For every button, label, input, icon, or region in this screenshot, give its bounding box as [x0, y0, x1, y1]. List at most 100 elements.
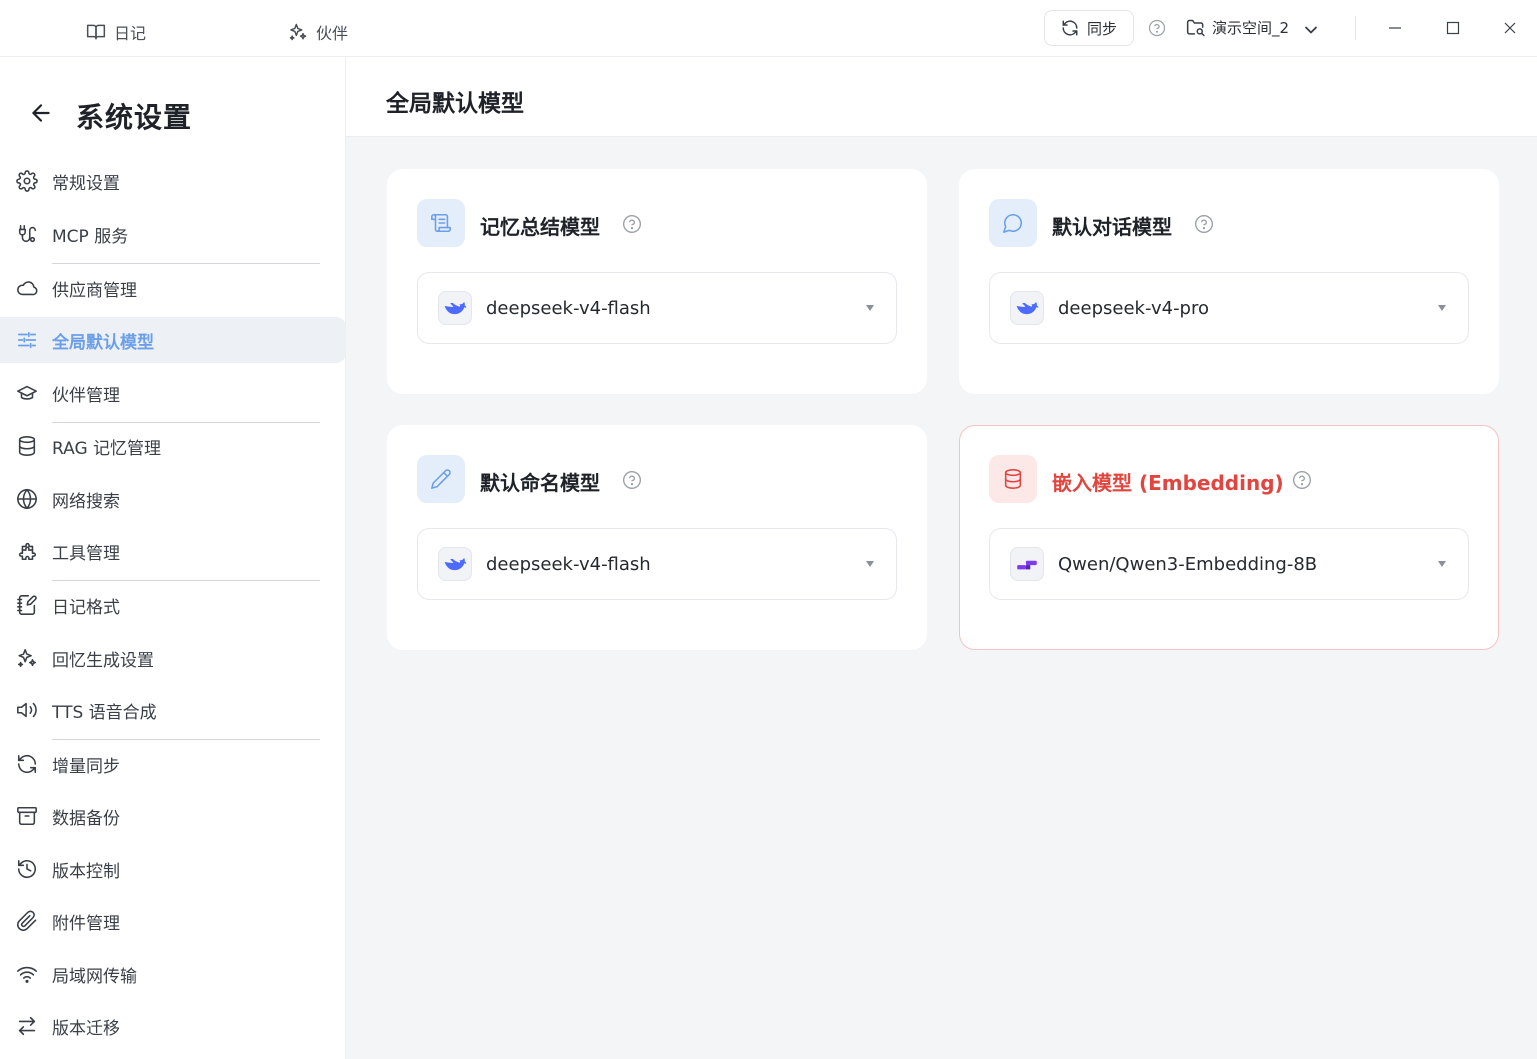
maximize-button[interactable] [1439, 14, 1467, 42]
model-select[interactable]: deepseek-v4-pro [989, 272, 1469, 344]
card-embedding-model: 嵌入模型 (Embedding) Qwen/Qwen3-Embedding-8B [959, 425, 1499, 650]
caret-down-icon [864, 302, 876, 314]
sidebar-item-backup[interactable]: 数据备份 [0, 793, 346, 839]
sidebar-item-general[interactable]: 常规设置 [0, 158, 346, 204]
sidebar-item-attachments[interactable]: 附件管理 [0, 898, 346, 944]
minimize-button[interactable] [1381, 14, 1409, 42]
scroll-icon [417, 199, 465, 247]
sparkles-icon [288, 22, 308, 42]
database-icon [16, 435, 38, 457]
sidebar-item-label: 回忆生成设置 [52, 650, 154, 671]
workspace-switcher[interactable]: 演示空间_2 [1186, 17, 1317, 38]
sidebar-item-tools[interactable]: 工具管理 [0, 528, 346, 574]
sidebar-item-tts[interactable]: TTS 语音合成 [0, 687, 346, 733]
page-header: 全局默认模型 [346, 58, 1537, 137]
sidebar-item-partners[interactable]: 伙伴管理 [0, 370, 346, 416]
sidebar-item-label: 数据备份 [52, 808, 120, 829]
caret-down-icon [864, 558, 876, 570]
sidebar-item-label: 伙伴管理 [52, 385, 120, 406]
caret-down-icon [1436, 558, 1448, 570]
sidebar-item-label: 局域网传输 [52, 966, 137, 987]
close-icon [1503, 21, 1517, 35]
card-memory-summary-model: 记忆总结模型 deepseek-v4-flash [387, 169, 927, 394]
pencil-icon [417, 455, 465, 503]
help-icon[interactable] [1292, 470, 1312, 490]
history-icon [16, 858, 38, 880]
sidebar-item-incremental-sync[interactable]: 增量同步 [0, 741, 346, 787]
archive-icon [16, 805, 38, 827]
card-default-naming-model: 默认命名模型 deepseek-v4-flash [387, 425, 927, 650]
card-title: 记忆总结模型 [480, 215, 600, 239]
sidebar-item-global-models[interactable]: 全局默认模型 [0, 317, 346, 363]
sidebar-item-label: 版本迁移 [52, 1018, 120, 1039]
sidebar-divider [52, 263, 320, 264]
sidebar-item-migration[interactable]: 版本迁移 [0, 1003, 346, 1049]
sidebar-item-web-search[interactable]: 网络搜索 [0, 476, 346, 522]
arrow-left-icon [28, 100, 54, 126]
sidebar-item-label: 附件管理 [52, 913, 120, 934]
deepseek-logo-icon [1010, 291, 1044, 325]
deepseek-logo-icon [438, 547, 472, 581]
sliders-icon [16, 329, 38, 351]
sidebar-item-label: RAG 记忆管理 [52, 438, 162, 459]
model-name: deepseek-v4-pro [1058, 297, 1210, 319]
sidebar-item-rag[interactable]: RAG 记忆管理 [0, 423, 346, 469]
model-select[interactable]: Qwen/Qwen3-Embedding-8B [989, 528, 1469, 600]
caret-down-icon [1436, 302, 1448, 314]
swap-arrows-icon [16, 1015, 38, 1037]
chevron-down-icon [1301, 20, 1317, 36]
sync-label: 同步 [1086, 19, 1117, 38]
page-title: 全局默认模型 [386, 91, 524, 117]
plug-route-icon [16, 223, 38, 245]
book-icon [86, 22, 106, 42]
sidebar-item-recall-generation[interactable]: 回忆生成设置 [0, 635, 346, 681]
puzzle-icon [16, 540, 38, 562]
tab-diary[interactable]: 日记 [86, 20, 146, 44]
sidebar-item-label: MCP 服务 [52, 226, 129, 247]
sidebar-item-label: TTS 语音合成 [52, 702, 157, 723]
card-title: 默认命名模型 [480, 471, 600, 495]
help-icon[interactable] [622, 214, 642, 234]
notebook-pen-icon [16, 594, 38, 616]
card-title: 默认对话模型 [1052, 215, 1172, 239]
help-icon[interactable] [622, 470, 642, 490]
sidebar-item-label: 全局默认模型 [52, 332, 154, 353]
sidebar-title: 系统设置 [76, 101, 193, 134]
gear-icon [16, 170, 38, 192]
sidebar-item-label: 增量同步 [52, 756, 120, 777]
sidebar-item-mcp[interactable]: MCP 服务 [0, 211, 346, 257]
tab-diary-label: 日记 [114, 24, 147, 43]
sidebar-item-label: 供应商管理 [52, 280, 137, 301]
chat-bubble-icon [989, 199, 1037, 247]
minimize-icon [1388, 21, 1402, 35]
sync-button[interactable]: 同步 [1044, 10, 1134, 46]
sidebar-divider [52, 580, 320, 581]
sidebar-item-version-control[interactable]: 版本控制 [0, 846, 346, 892]
model-select[interactable]: deepseek-v4-flash [417, 272, 897, 344]
speaker-icon [16, 699, 38, 721]
workspace-name: 演示空间_2 [1212, 19, 1290, 37]
close-button[interactable] [1496, 14, 1524, 42]
tab-partner[interactable]: 伙伴 [288, 20, 348, 44]
globe-icon [16, 488, 38, 510]
wifi-icon [16, 963, 38, 985]
toolbar-divider [1355, 16, 1356, 40]
sidebar-item-label: 常规设置 [52, 173, 120, 194]
sidebar-item-lan-transfer[interactable]: 局域网传输 [0, 951, 346, 997]
tab-partner-label: 伙伴 [316, 24, 349, 43]
model-name: deepseek-v4-flash [486, 553, 651, 575]
model-select[interactable]: deepseek-v4-flash [417, 528, 897, 600]
main-content: 全局默认模型 记忆总结模型 deepseek-v4-flash 默认对话模型 d… [346, 58, 1537, 1059]
sidebar-item-label: 版本控制 [52, 861, 120, 882]
deepseek-logo-icon [438, 291, 472, 325]
back-button[interactable] [28, 100, 54, 126]
sidebar-item-diary-format[interactable]: 日记格式 [0, 582, 346, 628]
maximize-icon [1446, 21, 1460, 35]
sidebar: 系统设置 常规设置 MCP 服务 供应商管理 全局默认模型 伙伴管理 RAG 记… [0, 58, 346, 1059]
model-name: deepseek-v4-flash [486, 297, 651, 319]
sidebar-item-providers[interactable]: 供应商管理 [0, 265, 346, 311]
help-icon[interactable] [1148, 19, 1166, 37]
help-icon[interactable] [1194, 214, 1214, 234]
database-icon [989, 455, 1037, 503]
graduation-cap-icon [16, 382, 38, 404]
